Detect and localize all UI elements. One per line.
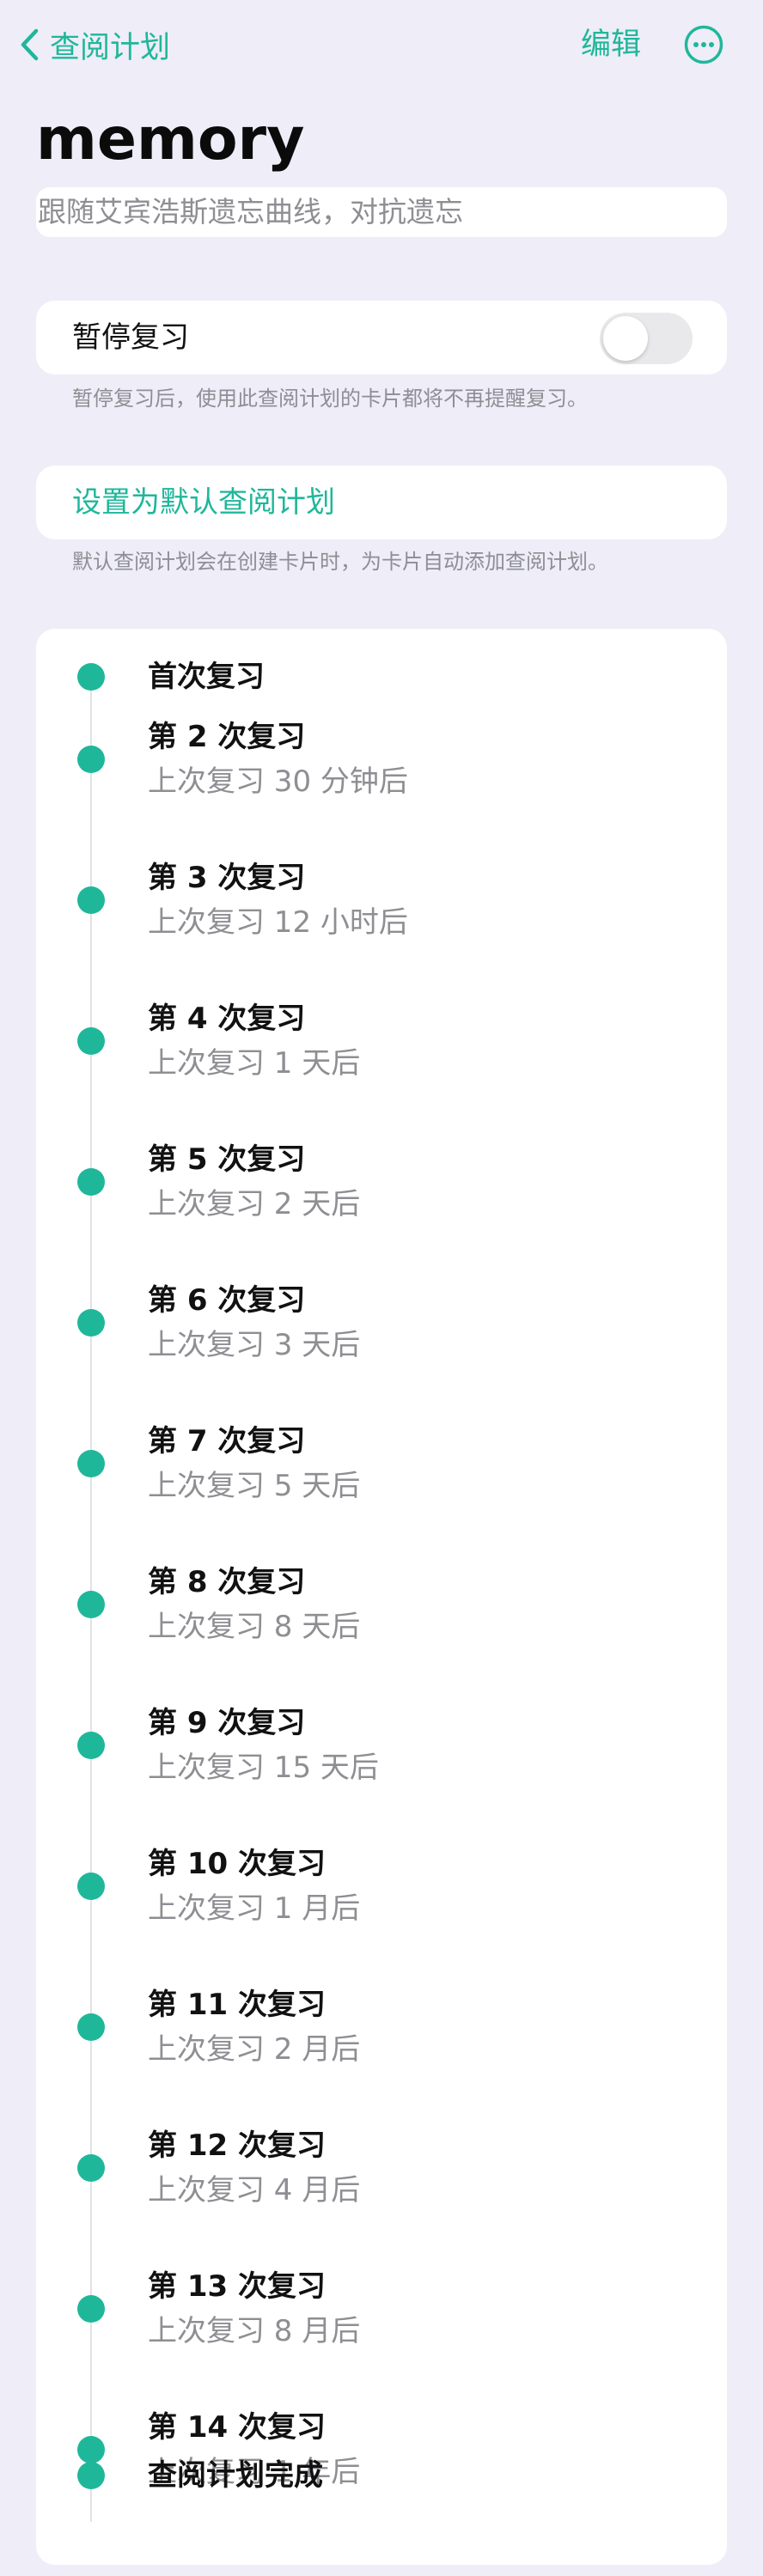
timeline-step-name: 第 8 次复习: [148, 1565, 306, 1599]
timeline-step-interval: 上次复习 1 月后: [148, 1891, 361, 1926]
timeline-step-name: 第 13 次复习: [148, 2269, 326, 2304]
timeline-step-interval: 上次复习 12 小时后: [148, 905, 408, 940]
chevron-left-icon: [21, 28, 39, 61]
more-horizontal-icon: [684, 25, 723, 64]
timeline-step-interval: 上次复习 8 天后: [148, 1610, 361, 1644]
timeline-step-name: 第 2 次复习: [148, 720, 306, 754]
default-plan-hint: 默认查阅计划会在创建卡片时，为卡片自动添加查阅计划。: [72, 550, 608, 574]
timeline-dot: [77, 2462, 105, 2489]
timeline-step-name: 第 4 次复习: [148, 1002, 306, 1036]
timeline-step-name: 第 3 次复习: [148, 861, 306, 895]
set-default-plan-card[interactable]: 设置为默认查阅计划: [36, 466, 727, 539]
timeline-step-interval: 上次复习 2 天后: [148, 1187, 361, 1221]
timeline-dot: [77, 1450, 105, 1477]
timeline-dot: [77, 1309, 105, 1337]
timeline-step-name: 第 11 次复习: [148, 1988, 326, 2022]
more-options-button[interactable]: [684, 25, 723, 64]
back-button-label: 查阅计划: [50, 30, 171, 65]
review-timeline: 首次复习第 2 次复习上次复习 30 分钟后第 3 次复习上次复习 12 小时后…: [36, 629, 727, 2565]
timeline-step-name: 第 10 次复习: [148, 1847, 326, 1881]
timeline-dot: [77, 1591, 105, 1618]
timeline-dot: [77, 2013, 105, 2041]
timeline-step-name: 第 6 次复习: [148, 1283, 306, 1318]
timeline-dot: [77, 2154, 105, 2182]
edit-button[interactable]: 编辑: [581, 22, 641, 67]
toggle-knob: [603, 316, 648, 361]
timeline-dot: [77, 2436, 105, 2463]
timeline-step-name: 首次复习: [148, 660, 265, 694]
timeline-dot: [77, 2295, 105, 2323]
timeline-step-name: 第 5 次复习: [148, 1142, 306, 1177]
timeline-dot: [77, 1027, 105, 1055]
timeline-step-interval: 上次复习 8 月后: [148, 2314, 361, 2348]
timeline-step-interval: 上次复习 2 月后: [148, 2032, 361, 2067]
back-button[interactable]: 查阅计划: [19, 22, 170, 67]
timeline-step-name: 查阅计划完成: [148, 2458, 323, 2493]
plan-description: 跟随艾宾浩斯遗忘曲线，对抗遗忘: [36, 187, 727, 237]
timeline-dot: [77, 886, 105, 914]
timeline-step-name: 第 9 次复习: [148, 1706, 306, 1740]
timeline-step-name: 第 12 次复习: [148, 2128, 326, 2163]
timeline-step-name: 第 7 次复习: [148, 1424, 306, 1459]
plan-title: memory: [36, 106, 305, 174]
timeline-step-interval: 上次复习 5 天后: [148, 1469, 361, 1503]
review-plan-page: 查阅计划 编辑 memory 跟随艾宾浩斯遗忘曲线，对抗遗忘 暂停复习 暂停复习…: [0, 0, 763, 2576]
timeline-step-interval: 上次复习 30 分钟后: [148, 764, 408, 799]
timeline-step-interval: 上次复习 15 天后: [148, 1751, 379, 1785]
timeline-step-interval: 上次复习 4 月后: [148, 2173, 361, 2208]
navigation-bar: 查阅计划 编辑: [0, 0, 763, 89]
timeline-dot: [77, 746, 105, 773]
timeline-dot: [77, 663, 105, 691]
timeline-dot: [77, 1168, 105, 1196]
timeline-dot: [77, 1873, 105, 1900]
timeline-dot: [77, 1732, 105, 1759]
pause-review-toggle[interactable]: [600, 313, 693, 364]
timeline-step-interval: 上次复习 1 天后: [148, 1046, 361, 1081]
pause-review-label: 暂停复习: [72, 320, 189, 355]
pause-review-hint: 暂停复习后，使用此查阅计划的卡片都将不再提醒复习。: [72, 387, 588, 411]
timeline-step-name: 第 14 次复习: [148, 2410, 326, 2445]
pause-review-card: 暂停复习: [36, 301, 727, 375]
set-default-plan-button[interactable]: 设置为默认查阅计划: [72, 466, 335, 539]
timeline-step-interval: 上次复习 3 天后: [148, 1328, 361, 1362]
